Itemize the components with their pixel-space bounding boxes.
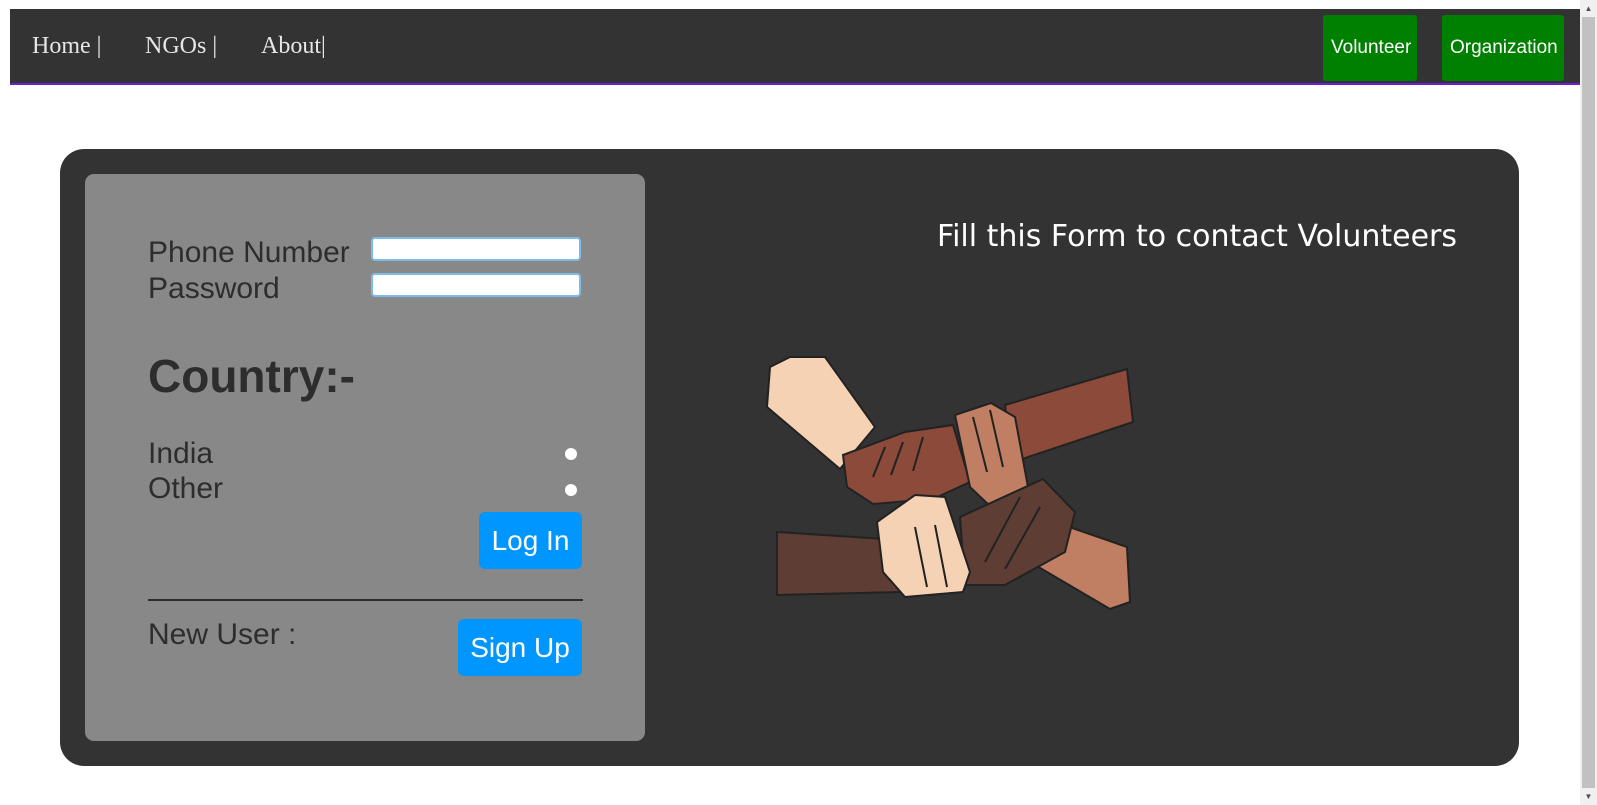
country-option-other-label: Other — [148, 472, 224, 505]
country-radio-india[interactable] — [565, 448, 577, 460]
new-user-label: New User : — [148, 618, 297, 651]
top-navbar: Home | NGOs | About| Volunteer Organizat… — [10, 9, 1580, 85]
united-hands-illustration — [765, 356, 1135, 611]
country-option-india-label: India — [148, 437, 214, 470]
organization-button[interactable]: Organization — [1442, 15, 1564, 81]
password-label: Password — [148, 272, 280, 305]
nav-link-ngos[interactable]: NGOs | — [145, 33, 217, 60]
form-tagline: Fill this Form to contact Volunteers — [937, 219, 1458, 254]
volunteer-button[interactable]: Volunteer — [1323, 15, 1417, 81]
signup-button[interactable]: Sign Up — [458, 619, 582, 676]
password-input[interactable] — [371, 273, 581, 297]
scroll-up-icon[interactable]: ▲ — [1580, 0, 1597, 17]
country-radio-other[interactable] — [565, 484, 577, 496]
scrollbar-thumb[interactable] — [1582, 17, 1595, 788]
main-card: Phone Number Password Country:- India Ot… — [60, 149, 1519, 766]
form-divider — [148, 599, 583, 601]
login-form-panel: Phone Number Password Country:- India Ot… — [85, 174, 645, 741]
vertical-scrollbar[interactable]: ▲ ▼ — [1580, 0, 1597, 805]
nav-link-about[interactable]: About| — [261, 33, 326, 60]
phone-number-label: Phone Number — [148, 236, 350, 269]
phone-number-input[interactable] — [371, 237, 581, 261]
login-button[interactable]: Log In — [479, 512, 582, 569]
nav-link-home[interactable]: Home | — [32, 33, 101, 60]
country-heading: Country:- — [148, 350, 355, 402]
scroll-down-icon[interactable]: ▼ — [1580, 788, 1597, 805]
